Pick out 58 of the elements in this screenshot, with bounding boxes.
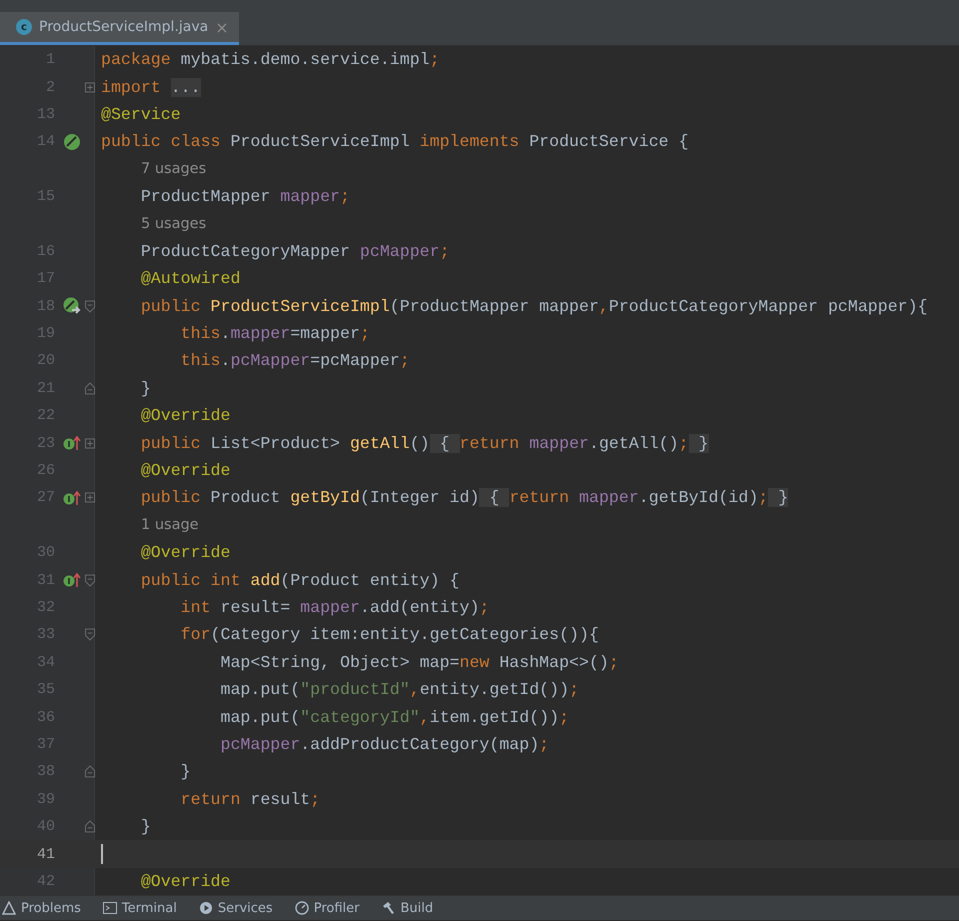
code-line: @Autowired [140,269,240,288]
code-line: @Override [140,543,230,562]
code-line: map.put("productId",entity.getId()); [219,680,580,700]
code-line: } [140,817,151,836]
fold-icon[interactable] [85,628,95,642]
fold-icon[interactable] [85,820,95,834]
code-line: return result; [180,790,320,809]
implements-icon[interactable] [63,435,81,452]
tool-window-button[interactable]: Services [218,900,273,916]
expand-icon[interactable] [85,438,95,449]
expand-icon[interactable] [85,82,95,93]
code-line: map.put("categoryId",item.getId()); [219,708,570,727]
code-line: @Override [140,406,230,426]
code-line: @Override [140,461,230,480]
fold-icon[interactable] [85,765,95,778]
fold-icon[interactable] [85,574,95,587]
code-line: public ProductServiceImpl(ProductMapper mapper,ProductCategoryMapper pcMapper){ [140,296,928,316]
code-line: import ... [101,78,201,97]
usage-hint[interactable]: 5 usages [95,216,206,232]
code-line: ProductMapper mapper; [140,187,350,206]
code-line: pcMapper.addProductCategory(map); [219,734,550,754]
file-tab[interactable]: c ProductServiceImpl.java × [0,12,239,45]
usage-hint[interactable]: 7 usages [95,161,206,178]
tool-window-button[interactable]: Problems [21,900,81,916]
fold-icon[interactable] [85,300,95,313]
code-line: public List<Product> getAll() { return mapper.getAll(); } [140,434,708,453]
text-caret [101,844,103,864]
line-number: 41 [36,846,56,863]
warning-icon [2,901,16,916]
code-line: int result= mapper.add(entity); [180,598,490,617]
code-line: public int add(Product entity) { [140,570,460,590]
gauge-icon [294,901,309,916]
usage-hint[interactable]: 1 usage [95,517,199,534]
fold-icon[interactable] [85,382,95,395]
code-line: for(Category item:entity.getCategories()){ [180,625,599,644]
code-line: } [140,378,151,398]
tool-window-button[interactable]: Terminal [122,900,177,916]
hammer-icon [381,901,396,916]
code-line: this.mapper=mapper; [180,324,370,344]
code-line: Map<String, Object> map=new HashMap<>(); [219,652,619,672]
code-line: @Override [140,872,230,891]
code-line: @Service [101,104,181,124]
expand-icon[interactable] [85,492,95,504]
terminal-icon [102,901,117,916]
code-line: public Product getById(Integer id) { return mapper.getById(id); } [140,488,788,508]
code-line: } [180,762,191,782]
class-icon: c [16,19,32,35]
tool-window-button[interactable]: Profiler [314,900,360,916]
code-line: public class ProductServiceImpl implements ProductService { [101,132,689,152]
tool-window-button[interactable]: Build [400,900,434,916]
code-line: this.pcMapper=pcMapper; [180,351,410,370]
bean-icon[interactable] [63,132,81,151]
implements-icon[interactable] [63,490,81,506]
code-line: package mybatis.demo.service.impl; [101,50,440,70]
implements-icon[interactable] [63,572,81,588]
autowired-icon[interactable] [63,297,83,316]
code-line: ProductCategoryMapper pcMapper; [140,242,450,261]
play-icon [198,901,213,916]
